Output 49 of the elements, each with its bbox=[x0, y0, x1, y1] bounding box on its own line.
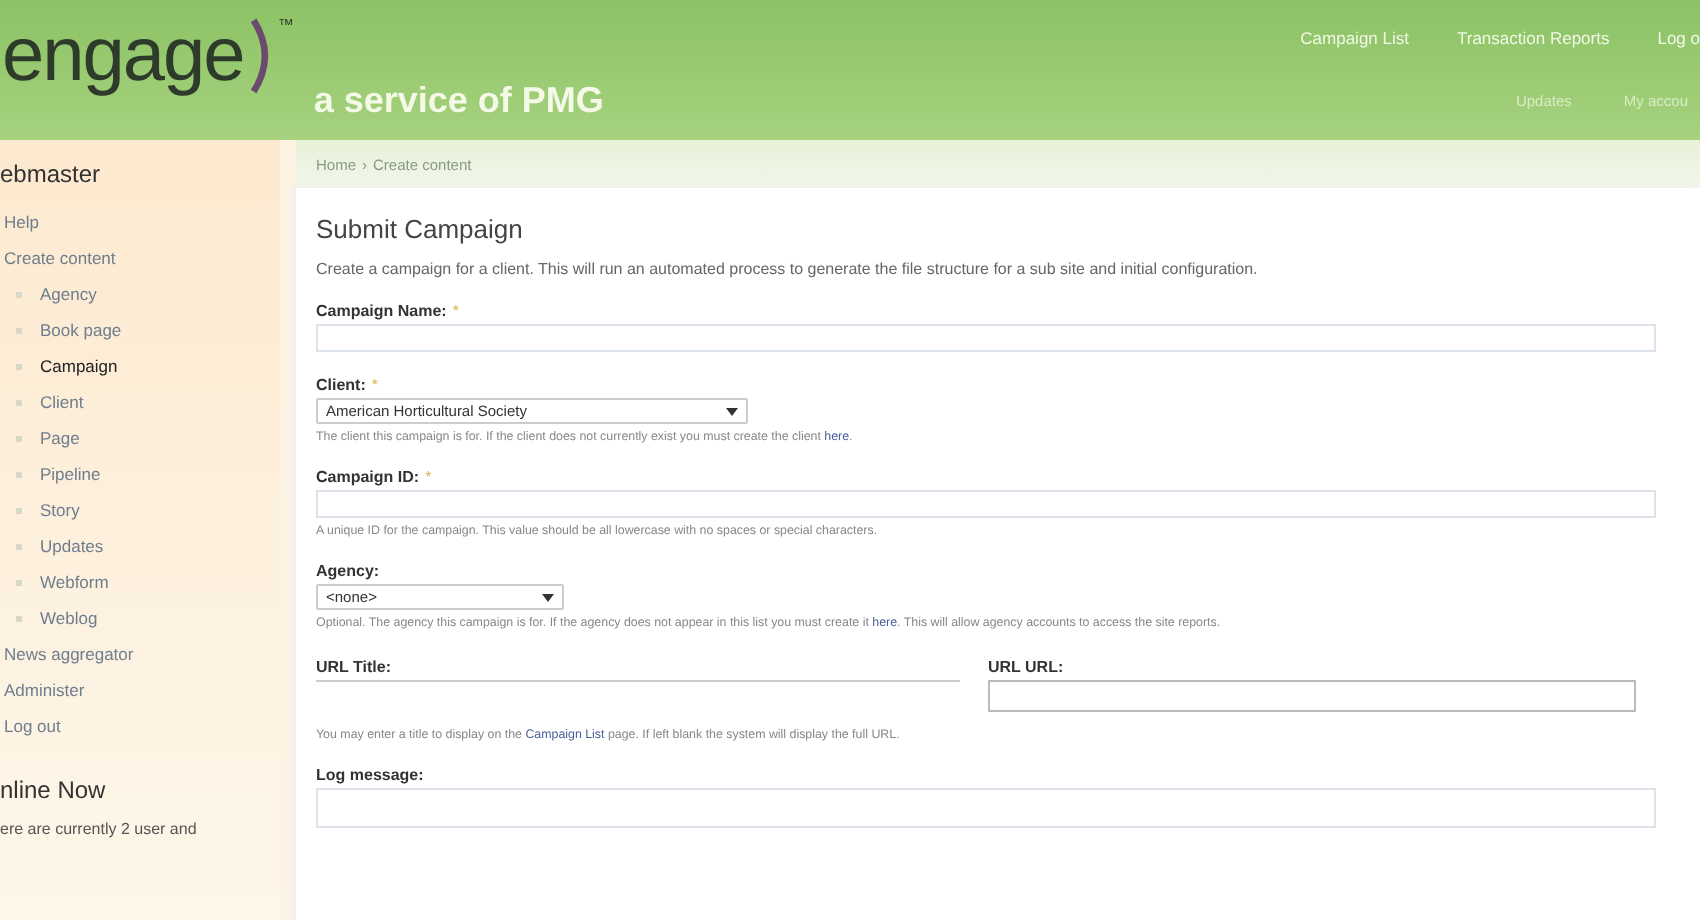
block-text: ere are currently 2 user and bbox=[0, 820, 199, 838]
sidebar-item[interactable]: Book page bbox=[40, 320, 122, 340]
sidebar-item[interactable]: Updates bbox=[40, 536, 104, 556]
sidebar-item[interactable]: Pipeline bbox=[40, 464, 101, 484]
bullet-icon bbox=[16, 363, 22, 369]
sidebar-item[interactable]: News aggregator bbox=[4, 644, 134, 664]
sidebar-item[interactable]: Page bbox=[40, 428, 80, 448]
field-label: URL URL: bbox=[988, 658, 1064, 676]
text-area[interactable] bbox=[316, 788, 1656, 828]
input-field[interactable] bbox=[316, 490, 1656, 518]
bullet-icon bbox=[16, 579, 22, 585]
bullet-icon bbox=[16, 507, 22, 513]
required-mark: * bbox=[371, 376, 379, 394]
block-title: nline Now bbox=[0, 776, 108, 804]
field-label: Campaign Name: bbox=[316, 302, 447, 320]
field-label: Agency: bbox=[316, 562, 380, 580]
sidebar-item[interactable]: Story bbox=[40, 500, 80, 520]
trademark: ™ bbox=[277, 16, 294, 34]
bullet-icon bbox=[16, 471, 22, 477]
caret-icon bbox=[726, 407, 738, 415]
sidebar-item[interactable]: Log out bbox=[4, 716, 61, 736]
field-label: Campaign ID: bbox=[316, 468, 420, 486]
sidebar-item[interactable]: Administer bbox=[4, 680, 85, 700]
description-text: Create a campaign for a client. This will run an automated process to generate the file structure for a sub site and initial configuration. bbox=[316, 260, 1260, 278]
caret-icon bbox=[542, 593, 554, 601]
sidebar-item[interactable]: Help bbox=[4, 212, 39, 232]
bullet-icon bbox=[16, 399, 22, 405]
field-label: URL Title: bbox=[316, 658, 391, 676]
sidebar-item[interactable]: Create content bbox=[4, 248, 116, 268]
field-label: Log message: bbox=[316, 766, 424, 784]
logo-text: engage bbox=[2, 13, 244, 99]
field-label: Client: bbox=[316, 376, 366, 394]
tagline: a service of PMG bbox=[313, 80, 604, 122]
sidebar-title: ebmaster bbox=[0, 160, 103, 188]
sidebar-item[interactable]: Agency bbox=[40, 284, 97, 304]
page-title: Submit Campaign bbox=[316, 214, 525, 244]
sidebar-item[interactable]: Weblog bbox=[40, 608, 98, 628]
sidebar-item[interactable]: Webform bbox=[40, 572, 109, 592]
input-field[interactable] bbox=[316, 324, 1656, 352]
sidebar-item[interactable]: Client bbox=[40, 392, 84, 412]
bullet-icon bbox=[16, 615, 22, 621]
bullet-icon bbox=[16, 543, 22, 549]
input-field[interactable] bbox=[988, 680, 1636, 712]
bullet-icon bbox=[16, 291, 22, 297]
bullet-icon bbox=[16, 435, 22, 441]
bullet-icon bbox=[16, 327, 22, 333]
required-mark: * bbox=[452, 302, 459, 320]
sidebar-item[interactable]: Campaign bbox=[40, 356, 118, 376]
required-mark: * bbox=[425, 468, 432, 486]
